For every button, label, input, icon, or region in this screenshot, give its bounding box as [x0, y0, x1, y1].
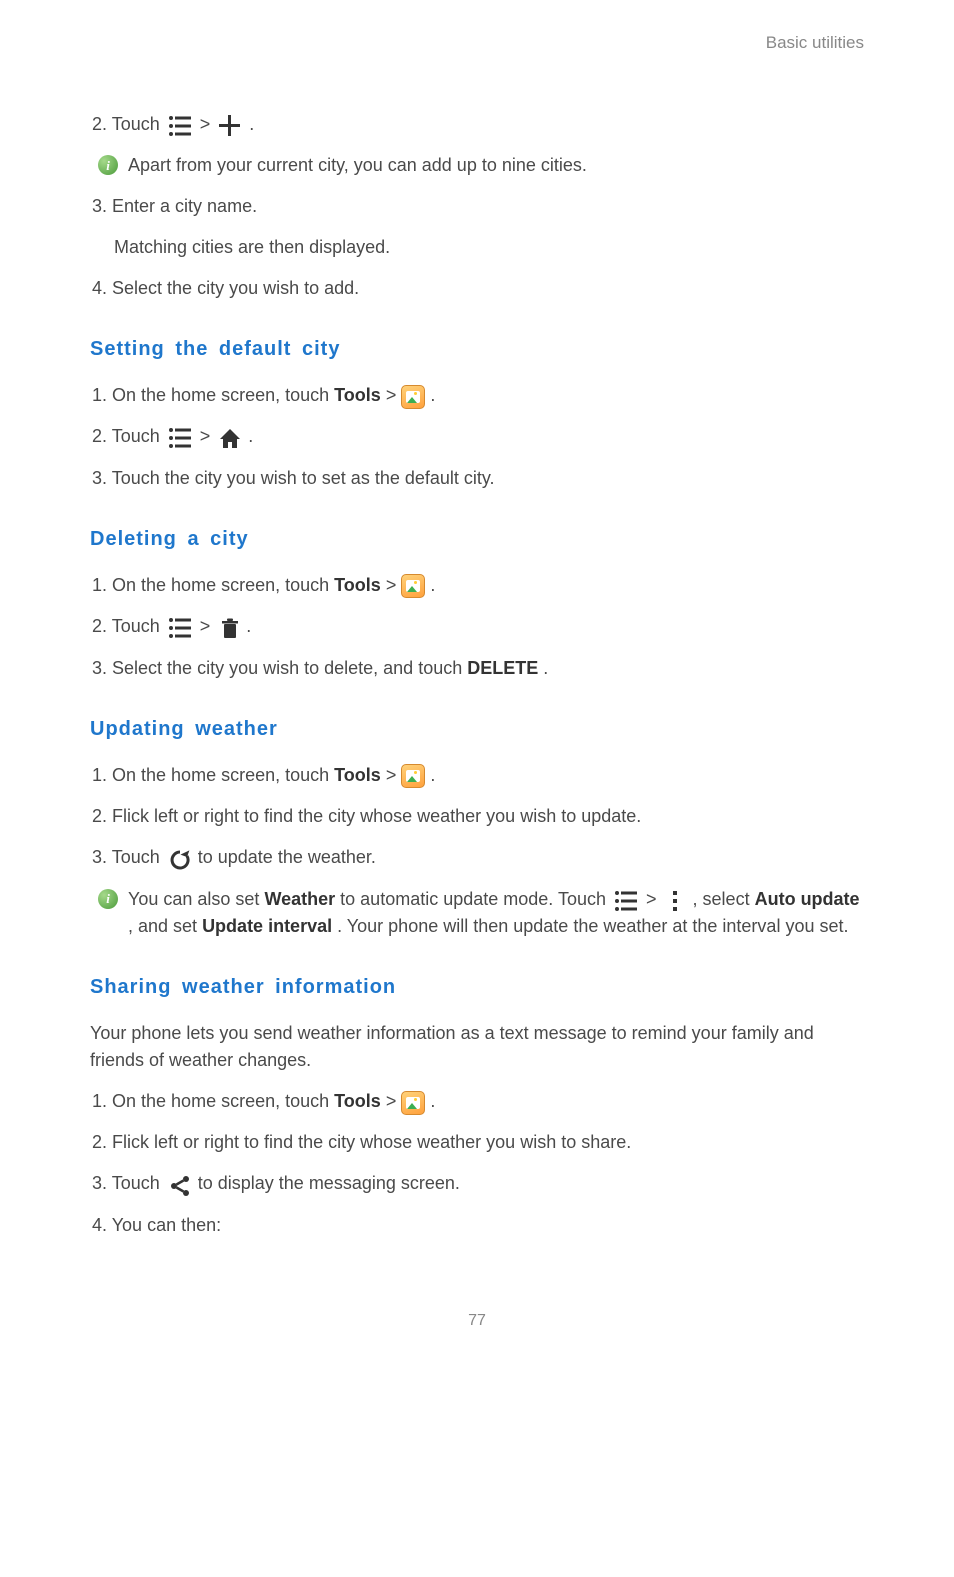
text: 3. Select the city you wish to delete, a… [92, 658, 467, 678]
s2-step2: 2. Touch > . [90, 613, 864, 641]
separator: > [200, 426, 216, 446]
text: to update the weather. [198, 847, 376, 867]
weather-label: Weather [264, 889, 335, 909]
auto-update-label: Auto update [755, 889, 860, 909]
update-interval-label: Update interval [202, 916, 332, 936]
weather-app-icon [401, 1091, 425, 1115]
heading-setting-default-city: Setting the default city [90, 334, 864, 364]
text: . [543, 658, 548, 678]
text: . [248, 426, 253, 446]
text: . [246, 616, 251, 636]
text: . [430, 765, 435, 785]
s1-step2: 2. Touch > . [90, 423, 864, 451]
text: , select [693, 889, 755, 909]
separator: > [386, 765, 402, 785]
text: 1. On the home screen, touch [92, 765, 334, 785]
heading-deleting-city: Deleting a city [90, 524, 864, 554]
text: 1. On the home screen, touch [92, 385, 334, 405]
text: 3. Touch [92, 847, 165, 867]
note-text: Apart from your current city, you can ad… [128, 152, 587, 179]
weather-app-icon [401, 574, 425, 598]
s1-step3: 3. Touch the city you wish to set as the… [90, 465, 864, 492]
menu-icon [168, 424, 192, 451]
text: 2. Touch [92, 616, 165, 636]
page-number: 77 [90, 1309, 864, 1333]
s4-step1: 1. On the home screen, touch Tools > . [90, 1088, 864, 1115]
menu-icon [168, 614, 192, 641]
text: . Your phone will then update the weathe… [337, 916, 848, 936]
text: 2. Touch [92, 114, 165, 134]
page-header: Basic utilities [90, 30, 864, 56]
tools-label: Tools [334, 575, 381, 595]
text: 1. On the home screen, touch [92, 575, 334, 595]
text: 2. Touch [92, 426, 165, 446]
trash-icon [218, 614, 238, 641]
separator: > [646, 889, 662, 909]
separator: > [386, 1091, 402, 1111]
text: 1. On the home screen, touch [92, 1091, 334, 1111]
separator: > [386, 575, 402, 595]
heading-updating-weather: Updating weather [90, 714, 864, 744]
s2-step1: 1. On the home screen, touch Tools > . [90, 572, 864, 599]
info-note-weather: i You can also set Weather to automatic … [98, 886, 864, 941]
s3-step3: 3. Touch to update the weather. [90, 844, 864, 872]
text: . [430, 575, 435, 595]
overflow-icon [665, 886, 685, 913]
s3-step2: 2. Flick left or right to find the city … [90, 803, 864, 830]
note-text: You can also set Weather to automatic up… [128, 886, 864, 941]
step-3: 3. Enter a city name. [90, 193, 864, 220]
delete-label: DELETE [467, 658, 538, 678]
info-icon: i [98, 889, 118, 909]
step-3-sub: Matching cities are then displayed. [114, 234, 864, 261]
text: You can also set [128, 889, 264, 909]
info-note: i Apart from your current city, you can … [98, 152, 864, 179]
text: . [249, 114, 254, 134]
step-2-add-city: 2. Touch > . [90, 111, 864, 139]
s4-step2: 2. Flick left or right to find the city … [90, 1129, 864, 1156]
text: , and set [128, 916, 202, 936]
separator: > [386, 385, 402, 405]
s4-intro: Your phone lets you send weather informa… [90, 1020, 864, 1074]
text: to automatic update mode. Touch [340, 889, 611, 909]
heading-sharing-weather: Sharing weather information [90, 972, 864, 1002]
step-4: 4. Select the city you wish to add. [90, 275, 864, 302]
s1-step1: 1. On the home screen, touch Tools > . [90, 382, 864, 409]
info-icon: i [98, 155, 118, 175]
tools-label: Tools [334, 765, 381, 785]
weather-app-icon [401, 764, 425, 788]
tools-label: Tools [334, 385, 381, 405]
share-icon [168, 1171, 190, 1198]
separator: > [200, 114, 216, 134]
text: . [430, 385, 435, 405]
s3-step1: 1. On the home screen, touch Tools > . [90, 762, 864, 789]
text: to display the messaging screen. [198, 1173, 460, 1193]
refresh-icon [168, 845, 190, 872]
home-icon [218, 424, 240, 451]
s4-step4: 4. You can then: [90, 1212, 864, 1239]
plus-icon [218, 111, 241, 138]
text: 3. Touch [92, 1173, 165, 1193]
menu-icon [168, 111, 192, 138]
tools-label: Tools [334, 1091, 381, 1111]
s2-step3: 3. Select the city you wish to delete, a… [90, 655, 864, 682]
menu-icon [614, 886, 638, 913]
weather-app-icon [401, 385, 425, 409]
s4-step3: 3. Touch to display the messaging screen… [90, 1170, 864, 1198]
text: . [430, 1091, 435, 1111]
separator: > [200, 616, 216, 636]
